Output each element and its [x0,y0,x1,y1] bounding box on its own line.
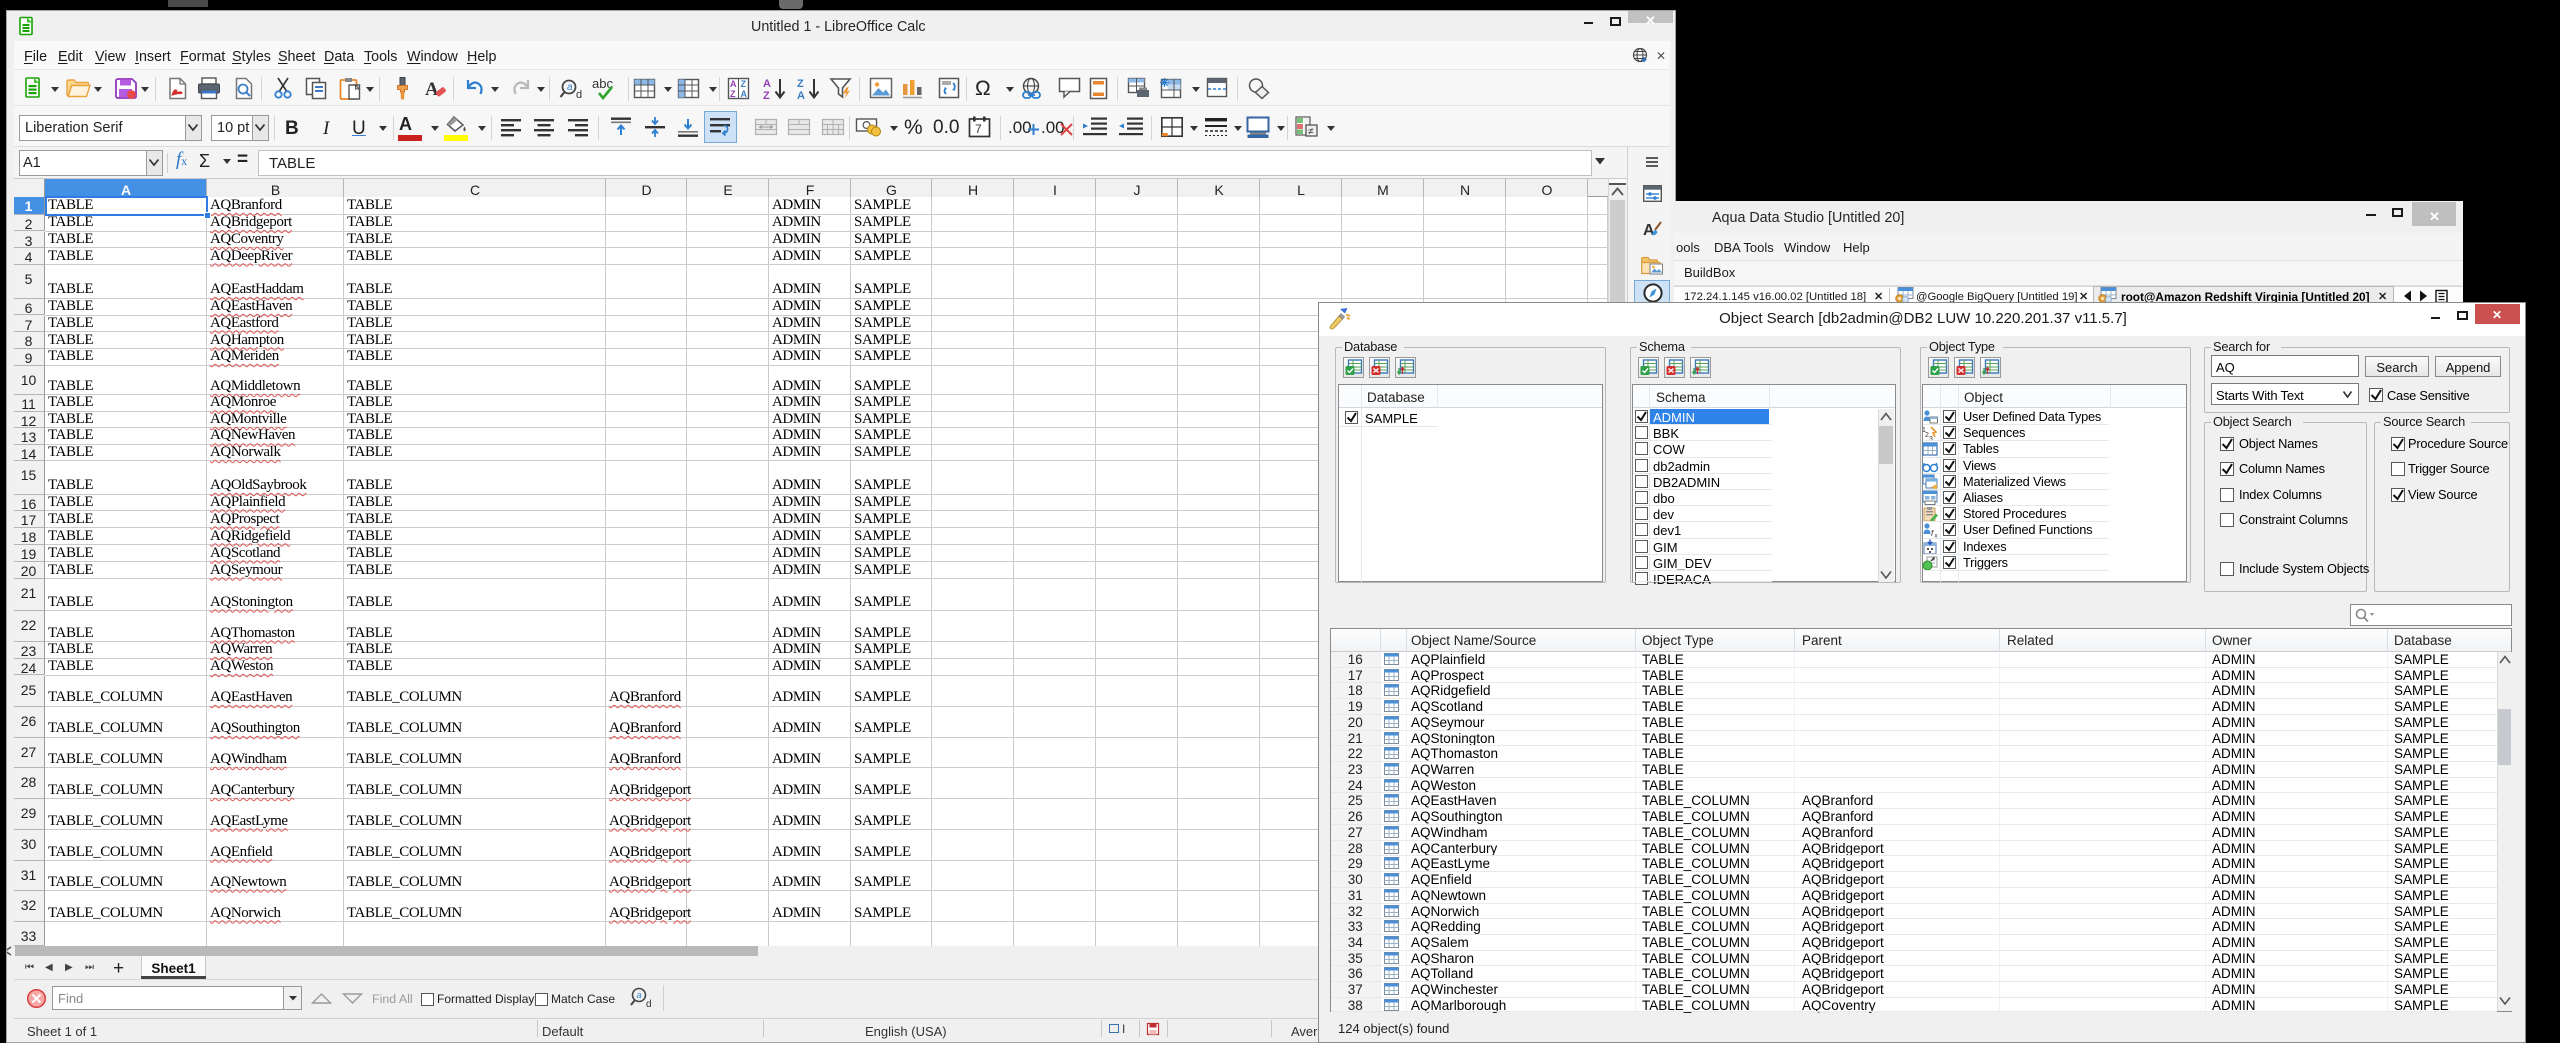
svg-text:A: A [763,78,771,90]
svg-text:a: a [567,82,573,93]
svg-text:A: A [425,79,439,100]
svg-text:A: A [1643,222,1655,239]
svg-text:Z: Z [730,89,736,99]
svg-text:Z: Z [763,90,770,102]
svg-text:7: 7 [975,122,982,136]
svg-text:A: A [741,89,748,99]
svg-text:≠: ≠ [1308,127,1314,138]
svg-text:a: a [637,990,642,1000]
svg-text:A: A [797,90,805,102]
svg-text:d: d [576,89,582,101]
svg-text:A: A [730,79,737,89]
svg-text:Z: Z [797,78,804,90]
svg-text:d: d [646,999,652,1010]
svg-text:Z: Z [741,79,747,89]
